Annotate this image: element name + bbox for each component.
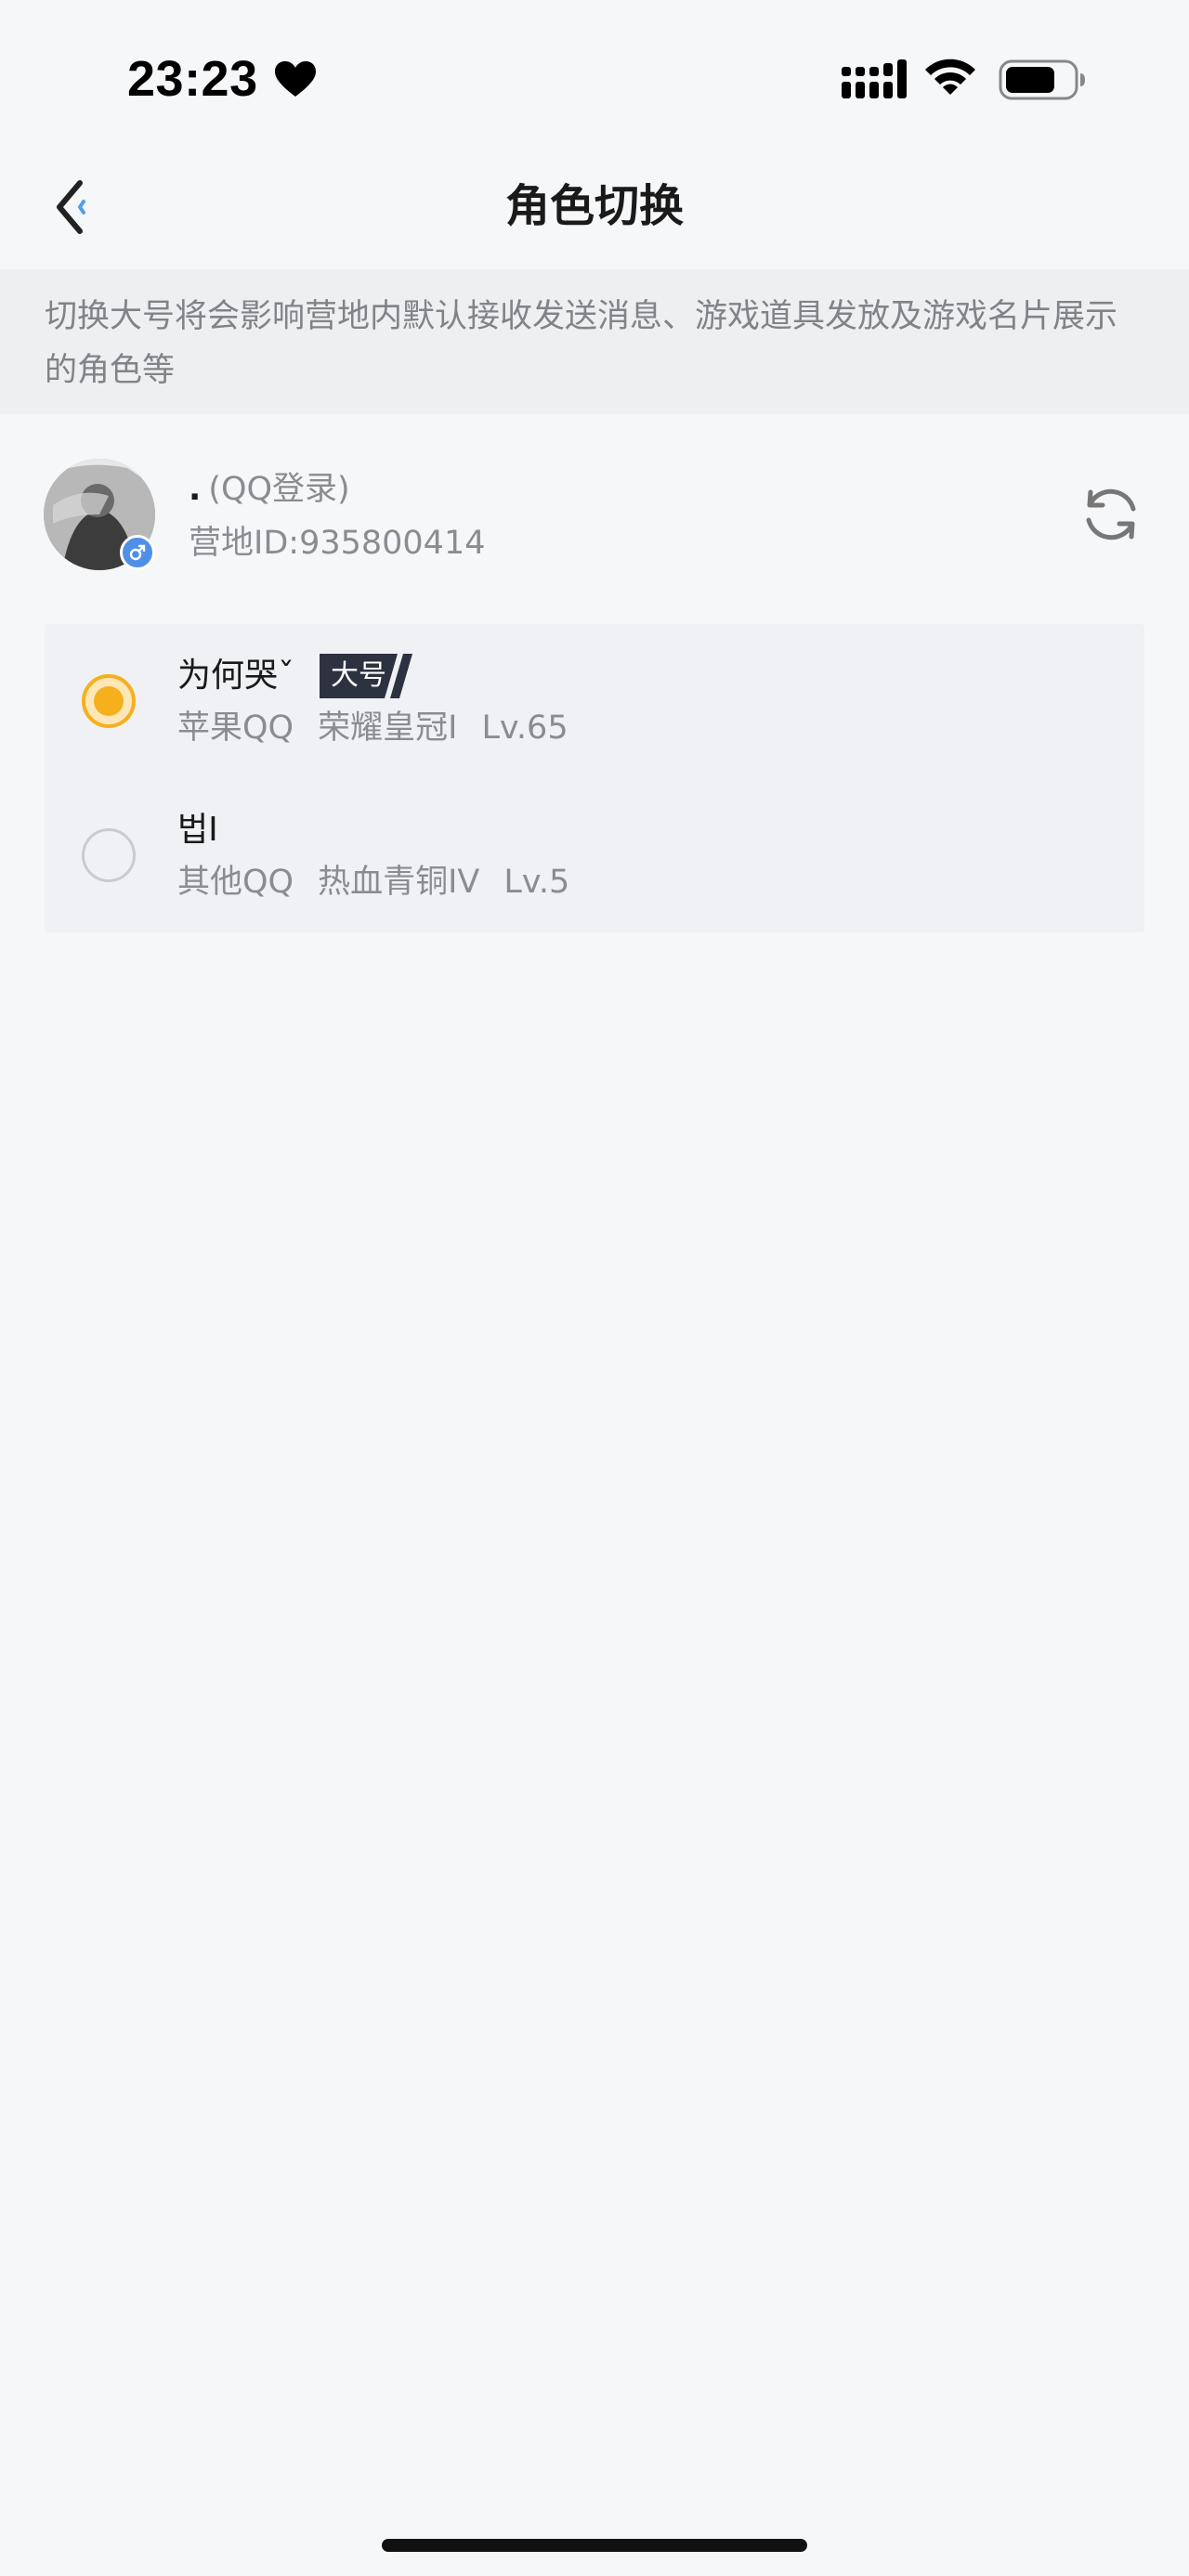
- radio-unselected-icon[interactable]: [82, 828, 136, 882]
- role-platform: 其他QQ: [177, 864, 294, 901]
- notice-banner: 切换大号将会影响营地内默认接收发送消息、游戏道具发放及游戏名片展示的角色等: [0, 269, 1189, 414]
- role-level: Lv.5: [503, 864, 570, 901]
- page-title: 角色切换: [504, 180, 684, 232]
- role-rank: 热血青铜IV: [318, 864, 480, 901]
- heart-icon: [275, 61, 316, 97]
- nav-bar: 角色切换: [0, 149, 1189, 269]
- login-type: (QQ登录): [208, 471, 350, 508]
- badge-label: 大号: [331, 659, 386, 692]
- male-icon: [120, 535, 155, 570]
- avatar-container[interactable]: [44, 459, 155, 570]
- account-name: . (QQ登录): [189, 466, 350, 513]
- home-indicator: [382, 2539, 807, 2552]
- role-level: Lv.65: [481, 709, 568, 747]
- role-item[interactable]: 为何哭ˇ 大号 苹果QQ 荣耀皇冠I Lv.65: [45, 624, 1144, 778]
- role-rank: 荣耀皇冠I: [318, 709, 458, 747]
- account-row: . (QQ登录) 营地ID:935800414: [0, 414, 1189, 609]
- wifi-icon: [925, 59, 975, 95]
- role-item[interactable]: 법I 其他QQ 热血青铜IV Lv.5: [45, 778, 1144, 932]
- battery-icon: [999, 59, 1085, 100]
- refresh-icon[interactable]: [1078, 481, 1144, 548]
- main-account-badge: 大号: [320, 654, 420, 698]
- role-platform: 苹果QQ: [177, 709, 294, 747]
- radio-selected-icon[interactable]: [82, 674, 136, 728]
- role-name: 법I: [177, 811, 218, 849]
- account-nickname: .: [189, 471, 202, 508]
- role-detail: 其他QQ 热血青铜IV Lv.5: [177, 858, 594, 906]
- status-time: 23:23: [127, 51, 258, 107]
- camp-id: 营地ID:935800414: [189, 525, 486, 562]
- role-detail: 苹果QQ 荣耀皇冠I Lv.65: [177, 704, 593, 752]
- role-name: 为何哭ˇ: [177, 657, 295, 695]
- role-list: 为何哭ˇ 大号 苹果QQ 荣耀皇冠I Lv.65 법I 其他QQ 热血青铜IV Lv.5: [45, 624, 1144, 932]
- signal-icon: [842, 59, 907, 98]
- status-bar: 23:23: [0, 0, 1189, 149]
